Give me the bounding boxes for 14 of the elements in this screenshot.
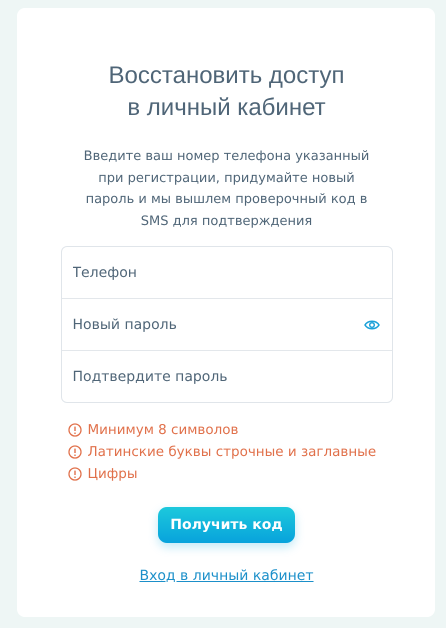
warning-icon [68,445,82,459]
input-field[interactable]: Новый пароль [72,314,364,334]
requirement-text: Минимум 8 символов [88,421,238,439]
eye-icon[interactable] [364,318,380,330]
input-field[interactable]: Подтвердите пароль [72,366,380,386]
input-field[interactable]: Телефон [72,262,380,282]
warning-icon [68,467,82,481]
page-title: Восстановить доступ в личный кабинет [108,61,346,123]
warning-icon [68,423,82,437]
requirement-text: Цифры [88,465,138,483]
description-text: Введите ваш номер телефона указанный при регистрации, придумайте новый пароль и мы вышлем проверочный код в SMS для подтверждения [82,148,370,230]
login-link[interactable]: Вход в личный кабинет [139,568,314,584]
get-code-button[interactable]: Получить код [158,507,295,543]
requirement-text: Латинские буквы строчные и заглавные [88,443,376,461]
